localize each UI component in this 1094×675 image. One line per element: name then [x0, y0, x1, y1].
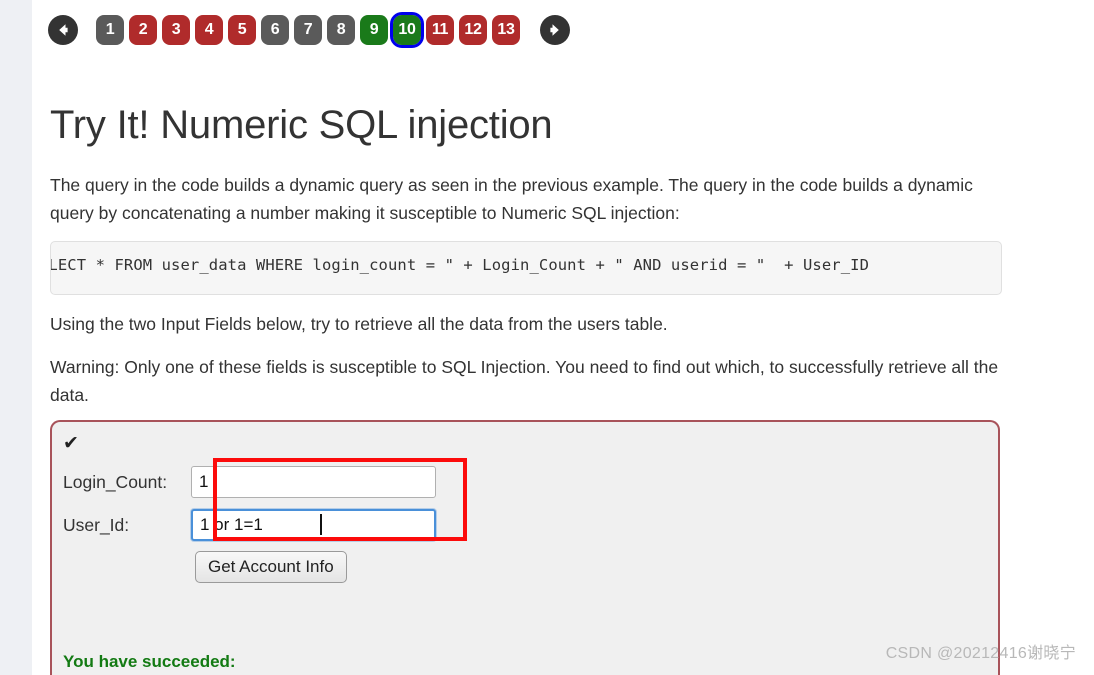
page-content-column: 1 2 3 4 5 6 7 8 9 10 11 12 13 Try It! Nu…	[32, 0, 1094, 675]
login-count-input[interactable]	[191, 466, 436, 498]
user-id-input[interactable]	[191, 509, 436, 541]
page-button-2[interactable]: 2	[129, 15, 157, 45]
page-button-12[interactable]: 12	[459, 15, 487, 45]
login-count-row: Login_Count:	[63, 466, 436, 498]
page-button-13[interactable]: 13	[492, 15, 520, 45]
lesson-intro-text: The query in the code builds a dynamic q…	[50, 175, 973, 223]
text-cursor	[320, 514, 322, 535]
page-button-1[interactable]: 1	[96, 15, 124, 45]
arrow-left-icon[interactable]	[48, 15, 78, 45]
page-button-10-current[interactable]: 10	[390, 12, 424, 48]
get-account-info-button[interactable]: Get Account Info	[195, 551, 347, 583]
sql-code-text: ELECT * FROM user_data WHERE login_count…	[50, 256, 869, 274]
result-status: You have succeeded:	[63, 652, 236, 671]
user-id-label: User_Id:	[63, 514, 130, 535]
result-output: You have succeeded: USERID, FIRST_NAME, …	[63, 592, 777, 675]
user-id-row: User_Id:	[63, 509, 436, 541]
page-button-4[interactable]: 4	[195, 15, 223, 45]
page-button-7[interactable]: 7	[294, 15, 322, 45]
page-button-8[interactable]: 8	[327, 15, 355, 45]
page-button-11[interactable]: 11	[426, 15, 454, 45]
login-count-label: Login_Count:	[63, 471, 168, 492]
page-button-6[interactable]: 6	[261, 15, 289, 45]
checkmark-icon: ✔	[63, 433, 79, 454]
lesson-attack-panel: ✔ Login_Count: User_Id: Get Account Info…	[50, 420, 1000, 675]
page-title: Try It! Numeric SQL injection	[50, 103, 553, 147]
sql-code-block: ELECT * FROM user_data WHERE login_count…	[50, 241, 1002, 295]
lesson-warning-text: Warning: Only one of these fields is sus…	[50, 357, 999, 405]
lesson-instruction-text: Using the two Input Fields below, try to…	[50, 314, 668, 334]
page-button-3[interactable]: 3	[162, 15, 190, 45]
arrow-right-icon[interactable]	[540, 15, 570, 45]
lesson-pagination: 1 2 3 4 5 6 7 8 9 10 11 12 13	[48, 12, 570, 48]
page-button-5[interactable]: 5	[228, 15, 256, 45]
screenshot-root: 1 2 3 4 5 6 7 8 9 10 11 12 13 Try It! Nu…	[0, 0, 1094, 675]
page-button-9[interactable]: 9	[360, 15, 388, 45]
